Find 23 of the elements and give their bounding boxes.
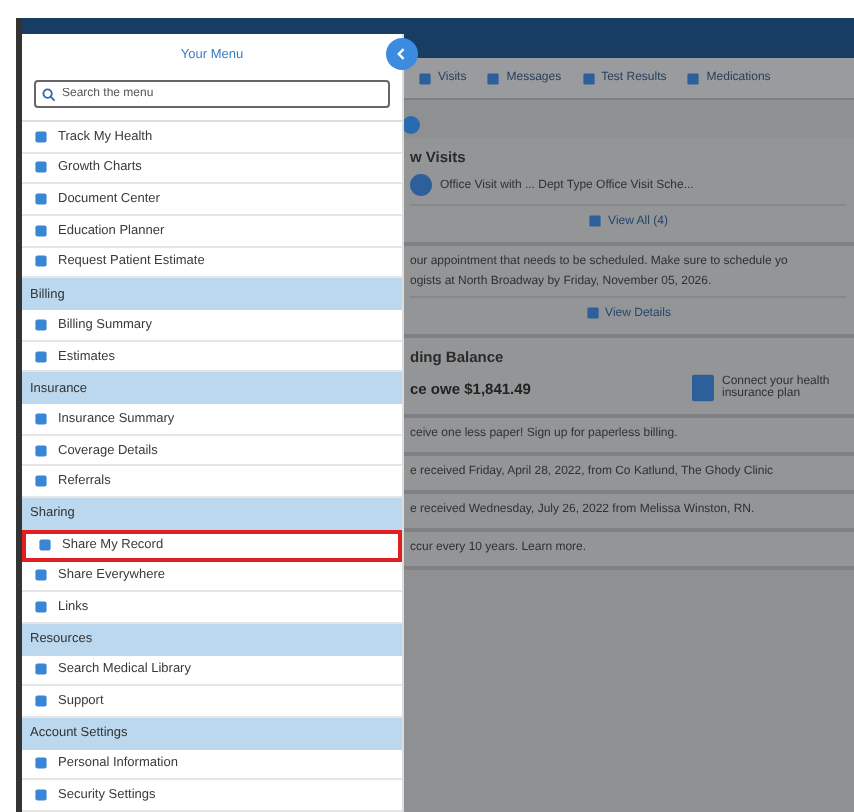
menu-item-icon xyxy=(34,600,48,615)
tab-icon xyxy=(581,71,596,85)
menu-item-icon xyxy=(34,129,48,144)
tab-icon xyxy=(418,71,432,85)
menu-item-icon xyxy=(34,223,48,238)
menu-item-icon xyxy=(34,317,48,332)
menu-item-icon xyxy=(34,443,48,458)
tab-icon xyxy=(486,71,501,85)
menu-item-icon xyxy=(34,788,48,803)
menu-item-icon xyxy=(34,349,48,364)
menu-item-icon xyxy=(34,694,48,709)
status-dot-icon xyxy=(402,116,420,134)
back-button[interactable] xyxy=(386,38,418,70)
menu-item-icon xyxy=(34,254,48,269)
menu-item-icon xyxy=(34,474,48,489)
tab-icon xyxy=(686,71,701,85)
avatar-icon xyxy=(410,174,432,196)
menu-item-icon xyxy=(34,662,48,677)
menu-item-icon xyxy=(34,160,48,175)
menu-item-icon xyxy=(34,756,48,771)
menu-item-icon xyxy=(34,192,48,207)
back-icon xyxy=(394,46,410,62)
menu-item-icon xyxy=(34,411,48,426)
